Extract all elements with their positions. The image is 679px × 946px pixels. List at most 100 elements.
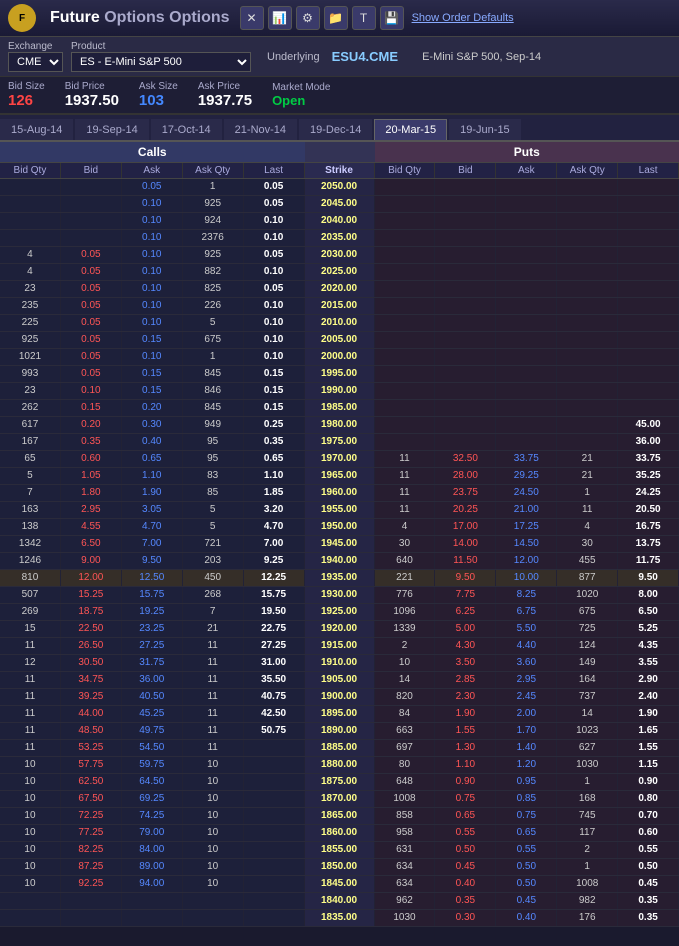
table-row[interactable]: 5 1.05 1.10 83 1.10 1965.00 11 28.00 29.… xyxy=(0,468,679,485)
p-bid[interactable]: 1.30 xyxy=(435,740,496,756)
p-ask[interactable]: 29.25 xyxy=(496,468,557,484)
tab-19-Dec-14[interactable]: 19-Dec-14 xyxy=(299,119,372,140)
c-ask[interactable]: 0.15 xyxy=(122,383,183,399)
c-ask[interactable]: 0.10 xyxy=(122,230,183,246)
table-row[interactable]: 0.10 925 0.05 2045.00 xyxy=(0,196,679,213)
p-bid[interactable]: 6.25 xyxy=(435,604,496,620)
table-row[interactable]: 507 15.25 15.75 268 15.75 1930.00 776 7.… xyxy=(0,587,679,604)
tab-19-Jun-15[interactable]: 19-Jun-15 xyxy=(449,119,521,140)
p-bid[interactable] xyxy=(435,332,496,348)
table-row[interactable]: 10 62.50 64.50 10 1875.00 648 0.90 0.95 … xyxy=(0,774,679,791)
p-bid[interactable]: 2.85 xyxy=(435,672,496,688)
p-ask[interactable]: 17.25 xyxy=(496,519,557,535)
p-ask[interactable]: 0.65 xyxy=(496,825,557,841)
c-bid[interactable]: 4.55 xyxy=(61,519,122,535)
c-bid[interactable]: 0.05 xyxy=(61,247,122,263)
c-ask[interactable]: 94.00 xyxy=(122,876,183,892)
table-row[interactable]: 12 30.50 31.75 11 31.00 1910.00 10 3.50 … xyxy=(0,655,679,672)
p-bid[interactable]: 14.00 xyxy=(435,536,496,552)
p-bid[interactable] xyxy=(435,417,496,433)
p-bid[interactable]: 0.40 xyxy=(435,876,496,892)
table-row[interactable]: 167 0.35 0.40 95 0.35 1975.00 36.00 xyxy=(0,434,679,451)
c-bid[interactable]: 15.25 xyxy=(61,587,122,603)
c-bid[interactable]: 0.05 xyxy=(61,281,122,297)
p-ask[interactable]: 0.55 xyxy=(496,842,557,858)
c-bid[interactable]: 0.20 xyxy=(61,417,122,433)
c-bid[interactable] xyxy=(61,196,122,212)
p-bid[interactable] xyxy=(435,383,496,399)
p-bid[interactable] xyxy=(435,230,496,246)
table-row[interactable]: 10 57.75 59.75 10 1880.00 80 1.10 1.20 1… xyxy=(0,757,679,774)
p-ask[interactable]: 0.45 xyxy=(496,893,557,909)
c-bid[interactable]: 0.05 xyxy=(61,264,122,280)
c-ask[interactable]: 45.25 xyxy=(122,706,183,722)
c-bid[interactable]: 0.10 xyxy=(61,383,122,399)
tab-17-Oct-14[interactable]: 17-Oct-14 xyxy=(151,119,222,140)
c-bid[interactable]: 77.25 xyxy=(61,825,122,841)
c-ask[interactable]: 0.10 xyxy=(122,264,183,280)
p-ask[interactable] xyxy=(496,247,557,263)
table-row[interactable]: 11 39.25 40.50 11 40.75 1900.00 820 2.30… xyxy=(0,689,679,706)
c-bid[interactable]: 53.25 xyxy=(61,740,122,756)
c-bid[interactable]: 6.50 xyxy=(61,536,122,552)
p-bid[interactable] xyxy=(435,264,496,280)
p-bid[interactable]: 0.35 xyxy=(435,893,496,909)
p-ask[interactable]: 0.50 xyxy=(496,876,557,892)
p-bid[interactable]: 3.50 xyxy=(435,655,496,671)
p-ask[interactable]: 8.25 xyxy=(496,587,557,603)
p-ask[interactable]: 1.20 xyxy=(496,757,557,773)
p-bid[interactable]: 32.50 xyxy=(435,451,496,467)
show-defaults-link[interactable]: Show Order Defaults xyxy=(412,12,514,24)
p-bid[interactable]: 1.55 xyxy=(435,723,496,739)
c-ask[interactable]: 84.00 xyxy=(122,842,183,858)
p-ask[interactable]: 2.95 xyxy=(496,672,557,688)
p-bid[interactable]: 0.55 xyxy=(435,825,496,841)
c-bid[interactable]: 0.60 xyxy=(61,451,122,467)
c-ask[interactable]: 0.10 xyxy=(122,213,183,229)
table-row[interactable]: 235 0.05 0.10 226 0.10 2015.00 xyxy=(0,298,679,315)
p-ask[interactable]: 0.85 xyxy=(496,791,557,807)
table-row[interactable]: 1835.00 1030 0.30 0.40 176 0.35 xyxy=(0,910,679,927)
table-row[interactable]: 23 0.10 0.15 846 0.15 1990.00 xyxy=(0,383,679,400)
p-ask[interactable] xyxy=(496,315,557,331)
table-row[interactable]: 10 72.25 74.25 10 1865.00 858 0.65 0.75 … xyxy=(0,808,679,825)
c-bid[interactable]: 12.00 xyxy=(61,570,122,586)
c-ask[interactable]: 54.50 xyxy=(122,740,183,756)
c-bid[interactable]: 0.05 xyxy=(61,366,122,382)
c-bid[interactable]: 72.25 xyxy=(61,808,122,824)
p-bid[interactable] xyxy=(435,179,496,195)
p-ask[interactable] xyxy=(496,434,557,450)
c-ask[interactable]: 15.75 xyxy=(122,587,183,603)
p-ask[interactable]: 12.00 xyxy=(496,553,557,569)
c-ask[interactable]: 27.25 xyxy=(122,638,183,654)
table-row[interactable]: 11 48.50 49.75 11 50.75 1890.00 663 1.55… xyxy=(0,723,679,740)
table-row[interactable]: 23 0.05 0.10 825 0.05 2020.00 xyxy=(0,281,679,298)
c-ask[interactable]: 0.10 xyxy=(122,298,183,314)
table-row[interactable]: 925 0.05 0.15 675 0.10 2005.00 xyxy=(0,332,679,349)
p-ask[interactable] xyxy=(496,179,557,195)
cancel-icon[interactable]: ✕ xyxy=(240,6,264,30)
c-bid[interactable] xyxy=(61,910,122,926)
chart-icon[interactable]: 📊 xyxy=(268,6,292,30)
table-row[interactable]: 0.10 2376 0.10 2035.00 xyxy=(0,230,679,247)
table-row[interactable]: 10 92.25 94.00 10 1845.00 634 0.40 0.50 … xyxy=(0,876,679,893)
p-bid[interactable]: 9.50 xyxy=(435,570,496,586)
p-bid[interactable] xyxy=(435,281,496,297)
p-ask[interactable]: 14.50 xyxy=(496,536,557,552)
c-bid[interactable]: 9.00 xyxy=(61,553,122,569)
p-bid[interactable] xyxy=(435,315,496,331)
p-ask[interactable]: 10.00 xyxy=(496,570,557,586)
c-bid[interactable]: 44.00 xyxy=(61,706,122,722)
p-ask[interactable] xyxy=(496,417,557,433)
c-ask[interactable]: 0.10 xyxy=(122,349,183,365)
p-ask[interactable] xyxy=(496,281,557,297)
table-row[interactable]: 11 26.50 27.25 11 27.25 1915.00 2 4.30 4… xyxy=(0,638,679,655)
save-icon[interactable]: 💾 xyxy=(380,6,404,30)
c-bid[interactable]: 1.05 xyxy=(61,468,122,484)
c-ask[interactable]: 0.10 xyxy=(122,247,183,263)
p-bid[interactable]: 23.75 xyxy=(435,485,496,501)
c-bid[interactable]: 82.25 xyxy=(61,842,122,858)
c-ask[interactable]: 69.25 xyxy=(122,791,183,807)
p-bid[interactable]: 11.50 xyxy=(435,553,496,569)
p-ask[interactable] xyxy=(496,400,557,416)
